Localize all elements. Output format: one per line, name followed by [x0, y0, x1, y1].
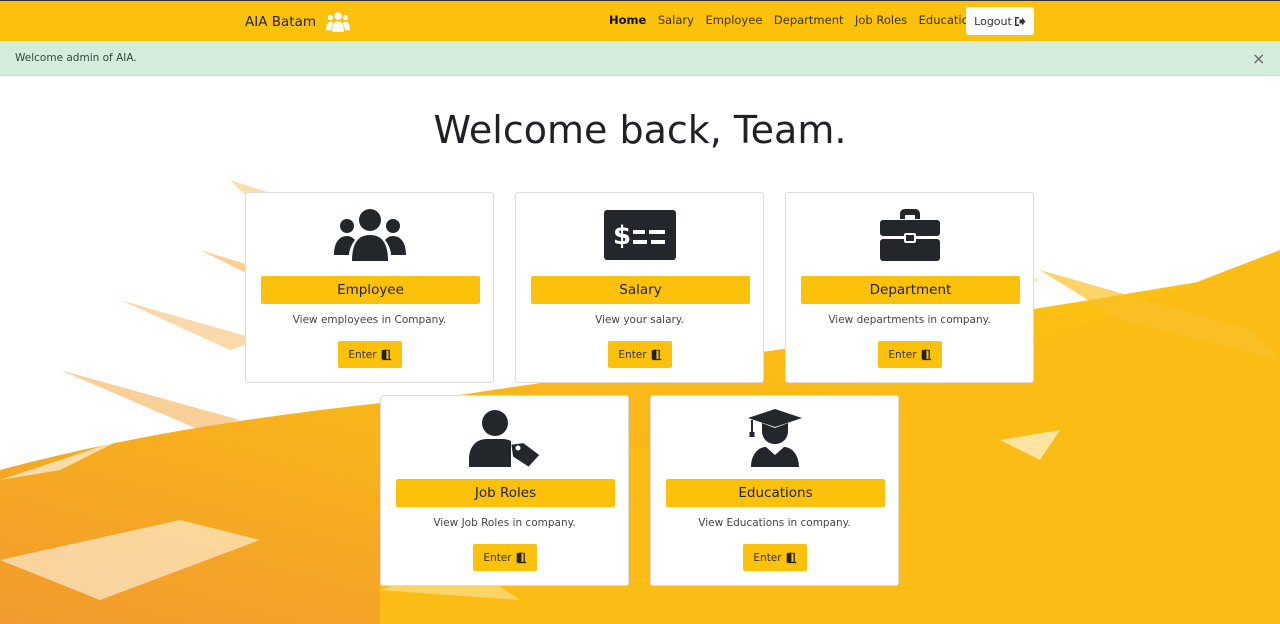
card-employee: Employee View employees in Company. Ente…: [245, 192, 494, 383]
card-title: Salary: [531, 276, 750, 304]
sign-out-icon: [1014, 16, 1026, 26]
money-check-icon: $: [603, 210, 676, 260]
card-description: View departments in company.: [828, 314, 991, 326]
card-description: View your salary.: [595, 314, 684, 326]
card-title: Employee: [261, 276, 480, 304]
card-title: Department: [801, 276, 1020, 304]
card-description: View employees in Company.: [292, 314, 447, 326]
enter-educations-button[interactable]: Enter: [743, 544, 807, 571]
users-icon: [326, 12, 350, 32]
nav-job-roles[interactable]: Job Roles: [855, 13, 907, 27]
welcome-alert: Welcome admin of AIA. ×: [0, 41, 1280, 76]
enter-label: Enter: [888, 348, 917, 361]
svg-text:$: $: [613, 221, 631, 251]
card-department: Department View departments in company. …: [785, 192, 1034, 383]
close-icon[interactable]: ×: [1252, 49, 1265, 68]
door-open-icon: [650, 348, 661, 360]
nav-home[interactable]: Home: [609, 13, 646, 27]
card-job-roles: Job Roles View Job Roles in company. Ent…: [380, 395, 629, 586]
enter-department-button[interactable]: Enter: [878, 341, 942, 368]
card-educations: Educations View Educations in company. E…: [650, 395, 899, 586]
user-tag-icon: [468, 410, 539, 467]
card-salary: $ Salary View your salary. Enter: [515, 192, 764, 383]
top-navbar: AIA Batam Home Salary Employee Departmen…: [0, 0, 1280, 41]
graduate-icon: [747, 409, 802, 467]
card-title: Job Roles: [396, 479, 615, 507]
logout-label: Logout: [974, 14, 1012, 28]
nav-department[interactable]: Department: [774, 13, 844, 27]
nav-links: Home Salary Employee Department Job Role…: [609, 13, 993, 27]
door-open-icon: [515, 551, 526, 563]
door-open-icon: [380, 348, 391, 360]
card-title: Educations: [666, 479, 885, 507]
enter-label: Enter: [348, 348, 377, 361]
enter-label: Enter: [483, 551, 512, 564]
enter-employee-button[interactable]: Enter: [338, 341, 402, 368]
enter-label: Enter: [618, 348, 647, 361]
logout-button[interactable]: Logout: [966, 7, 1034, 35]
users-icon: [333, 209, 406, 261]
briefcase-icon: [879, 209, 940, 261]
nav-employee[interactable]: Employee: [705, 13, 762, 27]
alert-message: Welcome admin of AIA.: [15, 52, 137, 64]
page-title: Welcome back, Team.: [433, 108, 847, 152]
brand[interactable]: AIA Batam: [245, 11, 350, 33]
door-open-icon: [785, 551, 796, 563]
door-open-icon: [920, 348, 931, 360]
enter-label: Enter: [753, 551, 782, 564]
enter-job-roles-button[interactable]: Enter: [473, 544, 537, 571]
card-description: View Educations in company.: [698, 517, 851, 529]
brand-name[interactable]: AIA Batam: [245, 14, 316, 30]
nav-salary[interactable]: Salary: [658, 13, 694, 27]
card-description: View Job Roles in company.: [433, 517, 576, 529]
enter-salary-button[interactable]: Enter: [608, 341, 672, 368]
